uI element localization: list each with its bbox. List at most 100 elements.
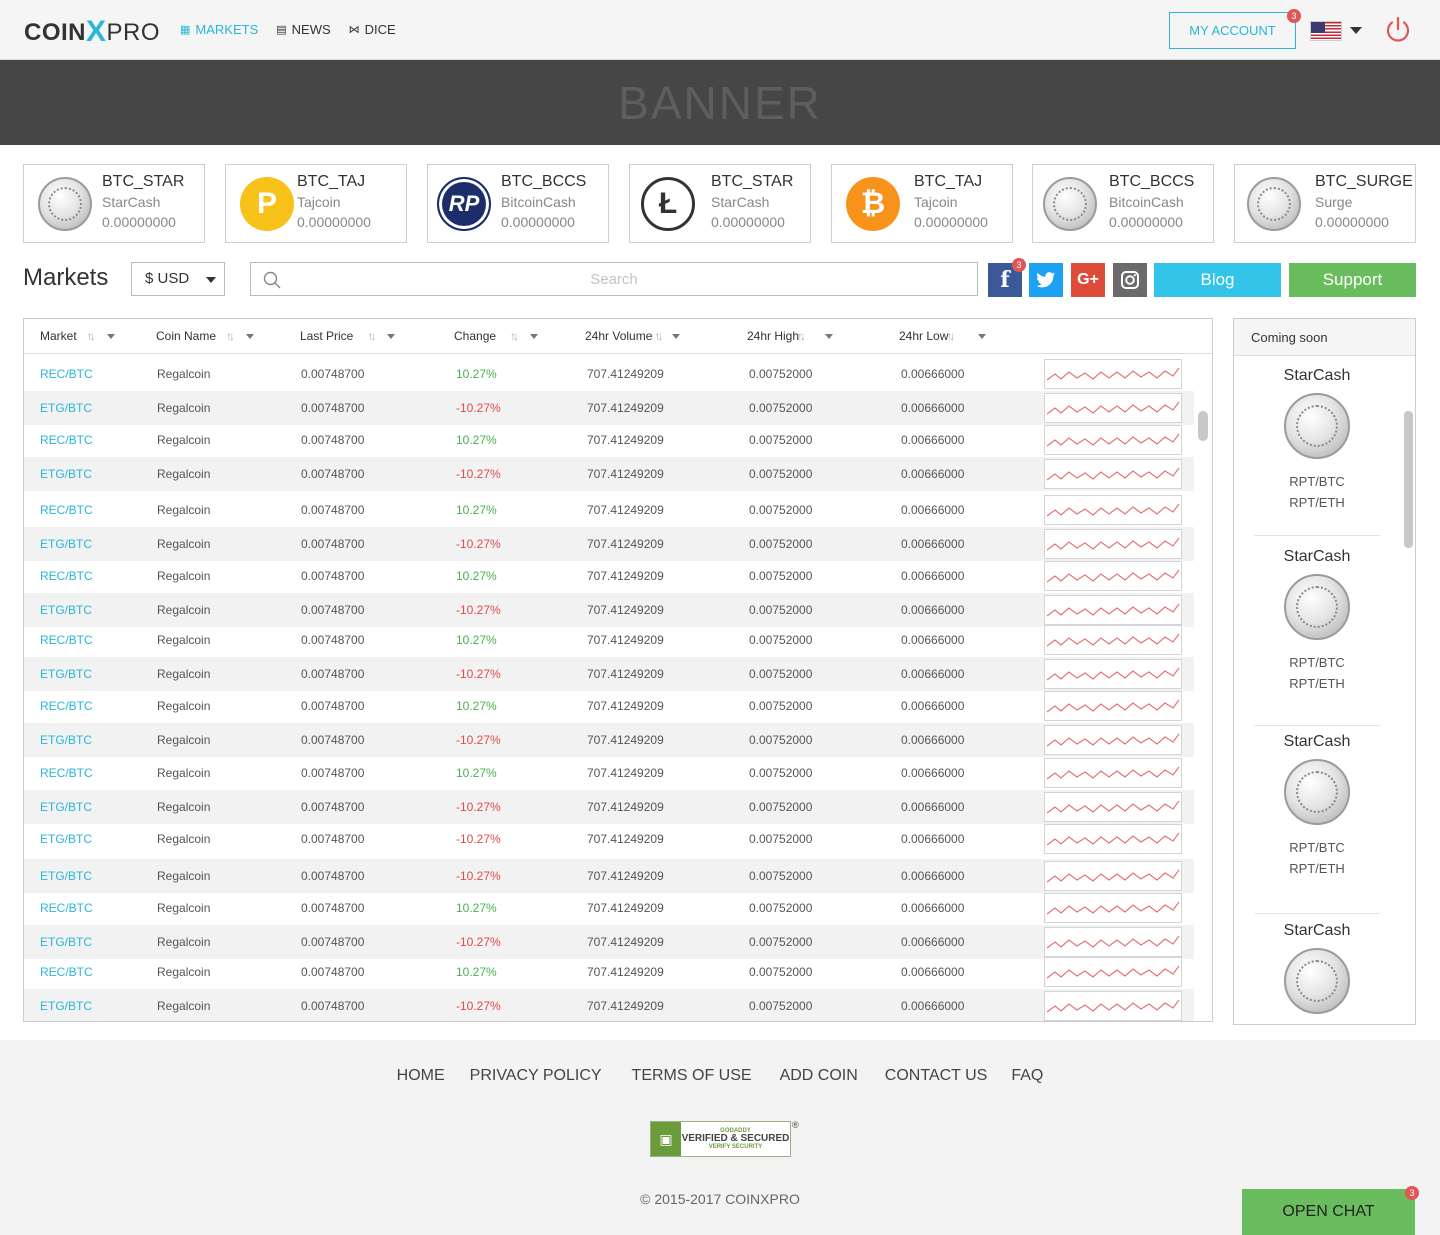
market-link[interactable]: ETG/BTC <box>40 603 92 617</box>
instagram-button[interactable] <box>1113 263 1147 297</box>
table-row[interactable]: ETG/BTC Regalcoin 0.00748700 -10.27% 707.412… <box>24 527 1194 561</box>
ticker-pair: BTC_BCCS <box>501 173 587 190</box>
market-link[interactable]: REC/BTC <box>40 901 93 915</box>
nav-markets[interactable]: ▦ MARKETS <box>180 22 258 37</box>
sort-icon[interactable]: ↑↓ <box>797 329 806 343</box>
market-link[interactable]: ETG/BTC <box>40 832 92 846</box>
coming-soon-item[interactable]: StarCash RPT/BTC RPT/ETH <box>1254 548 1380 694</box>
market-link[interactable]: REC/BTC <box>40 766 93 780</box>
market-link[interactable]: ETG/BTC <box>40 667 92 681</box>
godaddy-security-seal[interactable]: ▣ GODADDY VERIFIED & SECURED VERIFY SECU… <box>650 1121 791 1157</box>
google-plus-button[interactable]: G+ <box>1071 263 1105 297</box>
coming-soon-item[interactable]: StarCash RPT/BTC RPT/ETH <box>1254 367 1380 513</box>
currency-select[interactable]: $ USD <box>131 262 225 296</box>
column-header-market[interactable]: Market ↑↓ <box>40 329 115 343</box>
market-link[interactable]: REC/BTC <box>40 569 93 583</box>
sort-icon[interactable]: ↑↓ <box>946 329 955 343</box>
market-link[interactable]: ETG/BTC <box>40 869 92 883</box>
market-link[interactable]: REC/BTC <box>40 633 93 647</box>
footer-link-add-coin[interactable]: ADD COIN <box>780 1067 858 1085</box>
column-header-change[interactable]: Change ↑↓ <box>454 329 539 343</box>
footer-link-home[interactable]: HOME <box>397 1067 445 1085</box>
chevron-down-icon[interactable] <box>825 333 834 339</box>
chevron-down-icon[interactable] <box>530 333 539 339</box>
nav-news[interactable]: ▤ NEWS <box>276 22 330 37</box>
search-input[interactable] <box>251 263 977 295</box>
sort-icon[interactable]: ↑↓ <box>226 329 235 343</box>
sort-icon[interactable]: ↑↓ <box>654 329 663 343</box>
chevron-down-icon[interactable] <box>978 333 987 339</box>
market-link[interactable]: REC/BTC <box>40 965 93 979</box>
table-row[interactable]: REC/BTC Regalcoin 0.00748700 10.27% 707.4124… <box>24 357 1194 391</box>
ticker-card[interactable]: RP BTC_BCCS BitcoinCash 0.00000000 <box>427 164 609 243</box>
market-link[interactable]: REC/BTC <box>40 503 93 517</box>
footer-link-privacy-policy[interactable]: PRIVACY POLICY <box>470 1067 602 1085</box>
market-link[interactable]: ETG/BTC <box>40 800 92 814</box>
sort-icon[interactable]: ↑↓ <box>510 329 519 343</box>
ticker-card[interactable]: BTC_BCCS BitcoinCash 0.00000000 <box>1032 164 1214 243</box>
market-link[interactable]: ETG/BTC <box>40 537 92 551</box>
coinxpro-logo[interactable]: COINXPRO <box>24 14 160 48</box>
market-link[interactable]: ETG/BTC <box>40 999 92 1013</box>
market-link[interactable]: REC/BTC <box>40 433 93 447</box>
table-row[interactable]: ETG/BTC Regalcoin 0.00748700 -10.27% 707.412… <box>24 657 1194 691</box>
nav-dice[interactable]: ⋈ DICE <box>349 22 396 37</box>
coming-soon-scrollbar[interactable] <box>1404 411 1413 548</box>
table-row[interactable]: ETG/BTC Regalcoin 0.00748700 -10.27% 707.412… <box>24 859 1194 893</box>
market-link[interactable]: ETG/BTC <box>40 401 92 415</box>
footer-link-faq[interactable]: FAQ <box>1011 1067 1043 1085</box>
ticker-pair: BTC_TAJ <box>297 173 366 190</box>
ticker-card[interactable]: P BTC_TAJ Tajcoin 0.00000000 <box>225 164 407 243</box>
support-button[interactable]: Support <box>1289 263 1416 297</box>
chevron-down-icon[interactable] <box>387 333 396 339</box>
column-header-last-price[interactable]: Last Price ↑↓ <box>300 329 396 343</box>
table-row[interactable]: ETG/BTC Regalcoin 0.00748700 -10.27% 707.412… <box>24 391 1194 425</box>
table-row[interactable]: ETG/BTC Regalcoin 0.00748700 -10.27% 707.412… <box>24 925 1194 959</box>
sort-icon[interactable]: ↑↓ <box>87 329 96 343</box>
market-link[interactable]: REC/BTC <box>40 367 93 381</box>
market-link[interactable]: ETG/BTC <box>40 733 92 747</box>
chevron-down-icon[interactable] <box>246 333 255 339</box>
table-row[interactable]: ETG/BTC Regalcoin 0.00748700 -10.27% 707.412… <box>24 790 1194 824</box>
chevron-down-icon[interactable] <box>106 333 115 339</box>
table-row[interactable]: REC/BTC Regalcoin 0.00748700 10.27% 707.4124… <box>24 955 1194 989</box>
table-row[interactable]: ETG/BTC Regalcoin 0.00748700 -10.27% 707.412… <box>24 822 1194 856</box>
column-header-coin-name[interactable]: Coin Name ↑↓ <box>156 329 255 343</box>
ticker-card[interactable]: Ł BTC_STAR StarCash 0.00000000 <box>629 164 811 243</box>
power-icon[interactable] <box>1384 16 1412 44</box>
ticker-card[interactable]: BTC_SURGE Surge 0.00000000 <box>1234 164 1416 243</box>
market-link[interactable]: REC/BTC <box>40 699 93 713</box>
table-row[interactable]: ETG/BTC Regalcoin 0.00748700 -10.27% 707.412… <box>24 723 1194 757</box>
table-row[interactable]: REC/BTC Regalcoin 0.00748700 10.27% 707.4124… <box>24 623 1194 657</box>
table-row[interactable]: ETG/BTC Regalcoin 0.00748700 -10.27% 707.412… <box>24 593 1194 627</box>
coming-soon-item[interactable]: StarCash <box>1254 922 1380 1024</box>
last-price: 0.00748700 <box>301 667 365 681</box>
us-flag-icon[interactable] <box>1310 21 1342 41</box>
table-row[interactable]: REC/BTC Regalcoin 0.00748700 10.27% 707.4124… <box>24 423 1194 457</box>
table-row[interactable]: ETG/BTC Regalcoin 0.00748700 -10.27% 707.412… <box>24 457 1194 491</box>
chevron-down-icon[interactable] <box>672 333 681 339</box>
table-row[interactable]: ETG/BTC Regalcoin 0.00748700 -10.27% 707.412… <box>24 989 1194 1021</box>
table-row[interactable]: REC/BTC Regalcoin 0.00748700 10.27% 707.4124… <box>24 689 1194 723</box>
open-chat-button[interactable]: OPEN CHAT <box>1242 1189 1415 1235</box>
table-row[interactable]: REC/BTC Regalcoin 0.00748700 10.27% 707.4124… <box>24 493 1194 527</box>
table-row[interactable]: REC/BTC Regalcoin 0.00748700 10.27% 707.4124… <box>24 891 1194 925</box>
table-row[interactable]: REC/BTC Regalcoin 0.00748700 10.27% 707.4124… <box>24 559 1194 593</box>
my-account-button[interactable]: MY ACCOUNT <box>1169 12 1296 49</box>
column-header-24hr-volume[interactable]: 24hr Volume ↑↓ <box>585 329 681 343</box>
ticker-card[interactable]: BTC_STAR StarCash 0.00000000 <box>23 164 205 243</box>
ticker-card[interactable]: ₿ BTC_TAJ Tajcoin 0.00000000 <box>831 164 1013 243</box>
column-header-24hr-low[interactable]: 24hr Low ↑↓ <box>899 329 987 343</box>
sort-icon[interactable]: ↑↓ <box>367 329 376 343</box>
table-scrollbar[interactable] <box>1198 411 1208 441</box>
table-row[interactable]: REC/BTC Regalcoin 0.00748700 10.27% 707.4124… <box>24 756 1194 790</box>
twitter-button[interactable] <box>1029 263 1063 297</box>
language-dropdown-caret-icon[interactable] <box>1350 27 1362 34</box>
market-link[interactable]: ETG/BTC <box>40 935 92 949</box>
footer-link-contact-us[interactable]: CONTACT US <box>885 1067 988 1085</box>
coming-soon-item[interactable]: StarCash RPT/BTC RPT/ETH <box>1254 733 1380 879</box>
market-link[interactable]: ETG/BTC <box>40 467 92 481</box>
column-header-24hr-high[interactable]: 24hr High ↑↓ <box>747 329 834 343</box>
blog-button[interactable]: Blog <box>1154 263 1281 297</box>
footer-link-terms-of-use[interactable]: TERMS OF USE <box>632 1067 752 1085</box>
